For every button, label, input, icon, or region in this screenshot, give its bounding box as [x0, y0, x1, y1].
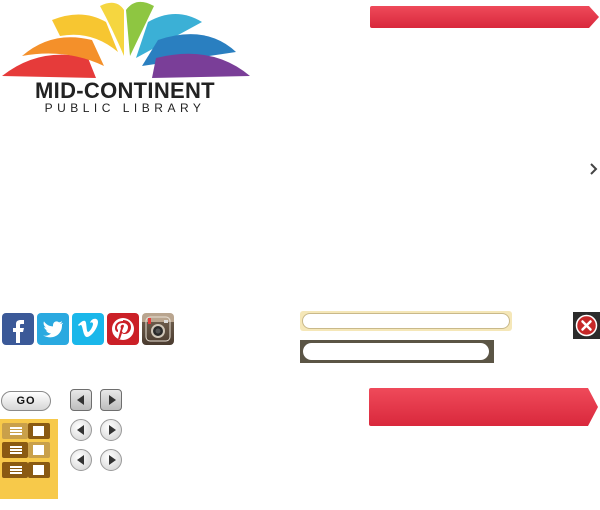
view-toggle-dark[interactable] [0, 460, 52, 480]
next-button[interactable] [100, 419, 122, 441]
list-view-icon[interactable] [2, 423, 28, 439]
go-button[interactable]: GO [1, 391, 51, 411]
instagram-icon[interactable] [142, 313, 174, 345]
twitter-icon[interactable] [37, 313, 69, 345]
close-icon [575, 314, 598, 337]
vimeo-icon[interactable] [72, 313, 104, 345]
library-logo[interactable]: MID-CONTINENT PUBLIC LIBRARY [0, 0, 252, 120]
facebook-icon[interactable] [2, 313, 34, 345]
red-banner-button-bottom[interactable] [369, 388, 598, 426]
next-button[interactable] [100, 449, 122, 471]
clear-search-button[interactable] [573, 312, 600, 339]
chevron-left-icon [77, 395, 84, 405]
view-toggle-grid-active[interactable] [0, 440, 52, 460]
search-input[interactable] [300, 311, 512, 331]
list-view-icon[interactable] [2, 442, 28, 458]
grid-view-icon[interactable] [28, 442, 50, 458]
grid-view-icon[interactable] [28, 462, 50, 478]
chevron-left-icon [77, 425, 84, 435]
chevron-left-icon [77, 455, 84, 465]
prev-button[interactable] [70, 449, 92, 471]
pinterest-icon[interactable] [107, 313, 139, 345]
prev-button[interactable] [70, 419, 92, 441]
chevron-right-icon [109, 395, 116, 405]
view-toggle-list-active[interactable] [0, 421, 52, 441]
grid-view-icon[interactable] [28, 423, 50, 439]
red-banner-button-top[interactable] [370, 6, 599, 28]
list-view-icon[interactable] [2, 462, 28, 478]
book-logo-icon [2, 1, 250, 78]
search-input-secondary[interactable] [300, 340, 494, 363]
view-toggle-panel [0, 419, 58, 499]
prev-button[interactable] [70, 389, 92, 411]
logo-subtitle: PUBLIC LIBRARY [44, 101, 206, 115]
chevron-right-icon [109, 425, 116, 435]
chevron-right-icon [109, 455, 116, 465]
chevron-right-icon[interactable] [588, 160, 600, 178]
next-button[interactable] [100, 389, 122, 411]
